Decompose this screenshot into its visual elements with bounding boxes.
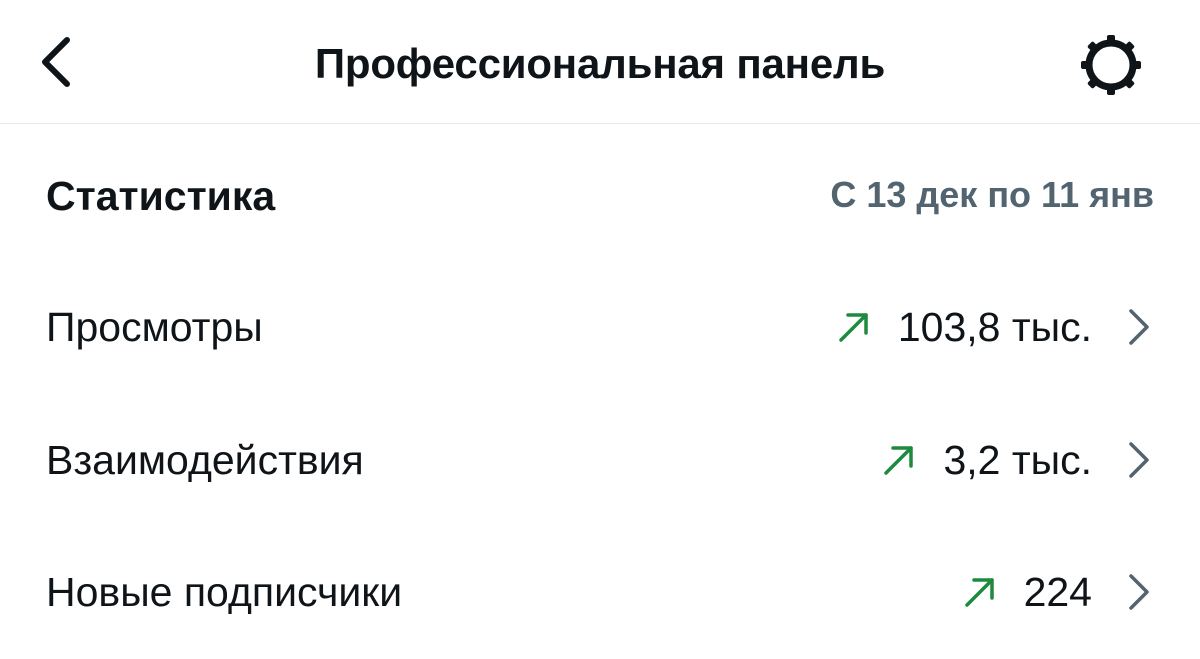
settings-button[interactable] bbox=[1070, 24, 1152, 106]
top-bar: Профессиональная панель bbox=[0, 0, 1200, 124]
statistics-header: Статистика С 13 дек по 11 янв bbox=[46, 168, 1154, 224]
stat-row-views[interactable]: Просмотры 103,8 тыс. bbox=[46, 287, 1154, 367]
stat-label: Взаимодействия bbox=[46, 437, 364, 483]
date-range: С 13 дек по 11 янв bbox=[830, 174, 1154, 215]
chevron-right-icon bbox=[1129, 574, 1149, 610]
chevron-right-icon bbox=[1129, 309, 1149, 345]
trend-up-arrow-icon bbox=[964, 578, 994, 607]
section-title: Статистика bbox=[46, 173, 276, 219]
trend-up-arrow-icon bbox=[839, 313, 868, 342]
trend-up-arrow-icon bbox=[884, 446, 914, 475]
stat-row-new-followers[interactable]: Новые подписчики 224 bbox=[46, 552, 1154, 632]
stat-label: Просмотры bbox=[46, 304, 263, 350]
page-title: Профессиональная панель bbox=[314, 40, 886, 87]
stat-value: 3,2 тыс. bbox=[943, 437, 1092, 483]
stat-value: 103,8 тыс. bbox=[897, 304, 1092, 350]
gear-icon bbox=[1081, 35, 1141, 95]
stat-value: 224 bbox=[1023, 569, 1092, 615]
chevron-right-icon bbox=[1129, 442, 1149, 478]
stat-row-engagements[interactable]: Взаимодействия 3,2 тыс. bbox=[46, 420, 1154, 500]
stat-label: Новые подписчики bbox=[46, 569, 403, 615]
